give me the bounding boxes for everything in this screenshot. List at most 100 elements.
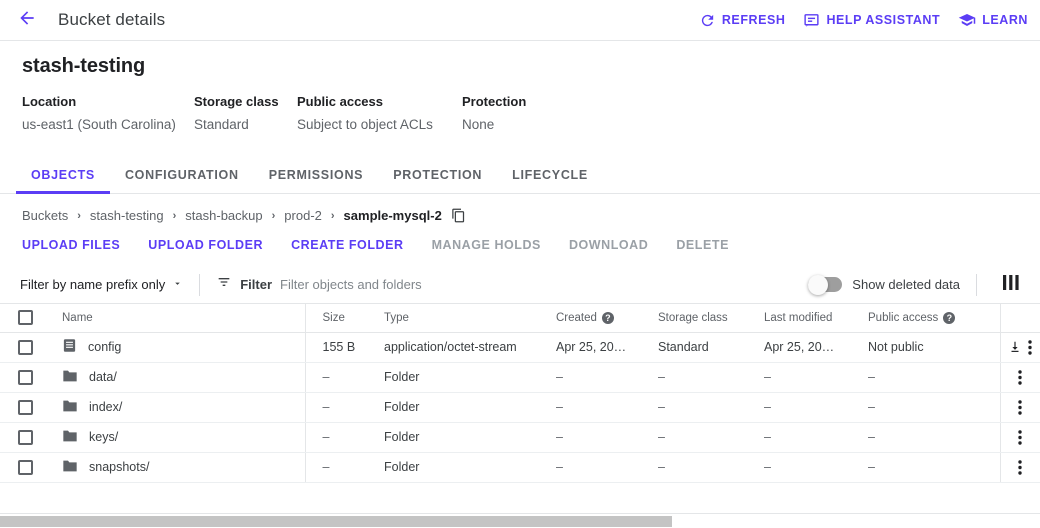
app-bar-actions: REFRESH HELP ASSISTANT LEARN <box>699 11 1028 29</box>
header-size[interactable]: Size <box>305 304 369 332</box>
show-deleted-data-toggle[interactable]: Show deleted data <box>808 277 960 292</box>
row-checkbox[interactable] <box>18 370 33 385</box>
header-storage-class-label: Storage class <box>658 312 728 324</box>
header-last-modified[interactable]: Last modified <box>749 304 853 332</box>
copy-icon[interactable] <box>451 208 466 223</box>
select-all-checkbox[interactable] <box>18 310 33 325</box>
row-name-label[interactable]: index/ <box>89 400 122 414</box>
row-size-value: 155 B <box>323 340 356 354</box>
row-type-cell: Folder <box>369 452 541 482</box>
row-name-label[interactable]: config <box>88 340 121 354</box>
row-public-access-cell: – <box>853 422 1000 452</box>
row-select-cell <box>0 362 46 392</box>
header-created-label: Created <box>556 312 597 324</box>
breadcrumb-item-stash-backup[interactable]: stash-backup <box>185 208 262 223</box>
download-button: DOWNLOAD <box>569 238 648 252</box>
learn-button[interactable]: LEARN <box>958 11 1028 29</box>
create-folder-button[interactable]: CREATE FOLDER <box>291 238 403 252</box>
manage-holds-button: MANAGE HOLDS <box>432 238 541 252</box>
scrollbar-thumb[interactable] <box>0 516 672 527</box>
header-last-modified-label: Last modified <box>764 312 832 324</box>
download-icon[interactable] <box>1008 340 1022 354</box>
toggle-track <box>808 277 842 292</box>
row-created-value: – <box>556 460 563 474</box>
page-title: Bucket details <box>58 10 165 30</box>
row-type-value: Folder <box>384 370 419 384</box>
row-type-cell: Folder <box>369 362 541 392</box>
row-checkbox[interactable] <box>18 400 33 415</box>
table-row[interactable]: data/ – Folder – – – – <box>0 362 1040 392</box>
row-size-value: – <box>323 430 330 444</box>
row-storage-class-value: – <box>658 430 665 444</box>
refresh-button[interactable]: REFRESH <box>699 12 786 29</box>
breadcrumb-item-stash-testing[interactable]: stash-testing <box>90 208 164 223</box>
row-created-value: – <box>556 400 563 414</box>
row-last-modified-value: – <box>764 430 771 444</box>
row-last-modified-value: – <box>764 370 771 384</box>
header-storage-class[interactable]: Storage class <box>643 304 749 332</box>
row-size-value: – <box>323 370 330 384</box>
breadcrumb-item-buckets[interactable]: Buckets <box>22 208 68 223</box>
row-checkbox[interactable] <box>18 340 33 355</box>
column-settings-button[interactable] <box>993 275 1030 295</box>
created-help-icon[interactable]: ? <box>602 312 614 324</box>
row-name-label[interactable]: data/ <box>89 370 117 384</box>
filter-label: Filter <box>240 277 272 292</box>
row-select-cell <box>0 452 46 482</box>
row-actions-cell <box>1000 392 1040 422</box>
row-actions-cell <box>1000 422 1040 452</box>
header-created[interactable]: Created ? <box>541 304 643 332</box>
row-actions-cell <box>1000 362 1040 392</box>
header-public-access[interactable]: Public access ? <box>853 304 1000 332</box>
tab-lifecycle[interactable]: LIFECYCLE <box>497 168 603 193</box>
row-type-cell: Folder <box>369 392 541 422</box>
table-row[interactable]: keys/ – Folder – – – – <box>0 422 1040 452</box>
header-type[interactable]: Type <box>369 304 541 332</box>
filter-input[interactable] <box>280 277 580 292</box>
row-checkbox[interactable] <box>18 430 33 445</box>
table-row[interactable]: config 155 B application/octet-stream Ap… <box>0 332 1040 362</box>
breadcrumb-separator: › <box>272 210 276 222</box>
breadcrumb-separator: › <box>173 210 177 222</box>
row-public-access-value: – <box>868 400 875 414</box>
objects-table-wrapper: Name Size Type Created ? Storage class L… <box>0 304 1040 483</box>
filter-icon <box>216 274 232 295</box>
bucket-summary: stash-testing Location us-east1 (South C… <box>0 41 1040 132</box>
help-assistant-button[interactable]: HELP ASSISTANT <box>803 12 940 29</box>
row-overflow-menu-icon[interactable] <box>1018 400 1022 415</box>
row-name-label[interactable]: snapshots/ <box>89 460 149 474</box>
row-checkbox[interactable] <box>18 460 33 475</box>
upload-files-button[interactable]: UPLOAD FILES <box>22 238 120 252</box>
tab-permissions[interactable]: PERMISSIONS <box>254 168 379 193</box>
upload-folder-button[interactable]: UPLOAD FOLDER <box>148 238 263 252</box>
row-public-access-cell: Not public <box>853 332 1000 362</box>
breadcrumb-item-prod-2[interactable]: prod-2 <box>284 208 322 223</box>
row-overflow-menu-icon[interactable] <box>1018 370 1022 385</box>
row-name-label[interactable]: keys/ <box>89 430 118 444</box>
app-bar: Bucket details REFRESH HELP ASSISTANT LE… <box>0 0 1040 41</box>
horizontal-scrollbar[interactable] <box>0 513 1040 528</box>
toggle-knob <box>808 275 828 295</box>
row-type-value: Folder <box>384 400 419 414</box>
row-storage-class-value: Standard <box>658 340 709 354</box>
bucket-meta-row: Location us-east1 (South Carolina) Stora… <box>22 94 1018 132</box>
back-button[interactable] <box>10 3 44 37</box>
tab-configuration[interactable]: CONFIGURATION <box>110 168 254 193</box>
public-access-help-icon[interactable]: ? <box>943 312 955 324</box>
row-overflow-menu-icon[interactable] <box>1018 430 1022 445</box>
row-created-value: Apr 25, 20… <box>556 340 626 354</box>
columns-divider <box>976 274 977 296</box>
prefix-mode-dropdown[interactable]: Filter by name prefix only <box>20 277 183 292</box>
show-deleted-data-label: Show deleted data <box>852 277 960 292</box>
table-row[interactable]: index/ – Folder – – – – <box>0 392 1040 422</box>
tab-objects[interactable]: OBJECTS <box>16 168 110 193</box>
row-last-modified-value: – <box>764 400 771 414</box>
row-overflow-menu-icon[interactable] <box>1018 460 1022 475</box>
row-overflow-menu-icon[interactable] <box>1028 340 1032 355</box>
header-name[interactable]: Name <box>46 304 305 332</box>
file-icon <box>62 338 77 356</box>
row-storage-class-cell: – <box>643 422 749 452</box>
table-row[interactable]: snapshots/ – Folder – – – – <box>0 452 1040 482</box>
folder-icon <box>62 429 78 446</box>
tab-protection[interactable]: PROTECTION <box>378 168 497 193</box>
